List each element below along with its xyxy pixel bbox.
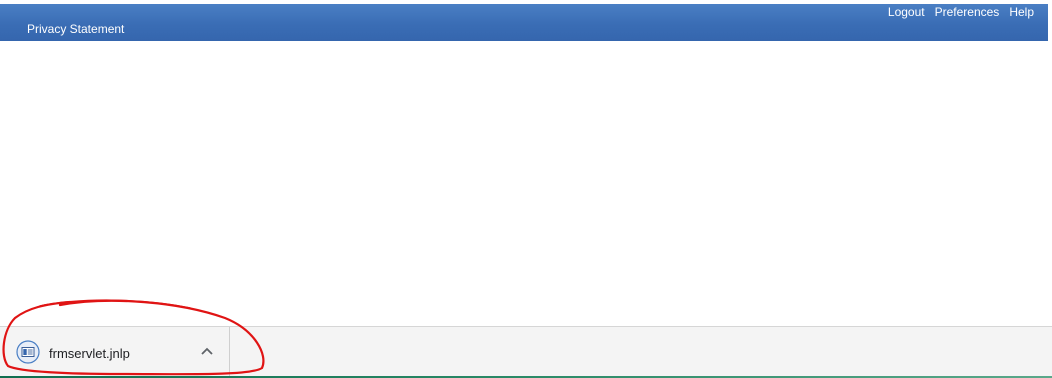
download-shelf: frmservlet.jnlp — [0, 326, 1052, 377]
logout-link[interactable]: Logout — [888, 5, 925, 19]
chevron-up-icon[interactable] — [200, 346, 214, 356]
window-edge — [1048, 0, 1052, 378]
top-links: Logout Preferences Help — [888, 5, 1034, 19]
download-file-name: frmservlet.jnlp — [49, 346, 130, 361]
privacy-statement-link[interactable]: Privacy Statement — [27, 22, 124, 36]
download-item[interactable]: frmservlet.jnlp — [0, 327, 230, 377]
red-annotation-circle — [2, 299, 265, 376]
preferences-link[interactable]: Preferences — [935, 5, 1000, 19]
header-bar: Logout Preferences Help Privacy Statemen… — [0, 4, 1048, 41]
help-link[interactable]: Help — [1009, 5, 1034, 19]
jnlp-file-icon — [16, 340, 40, 364]
